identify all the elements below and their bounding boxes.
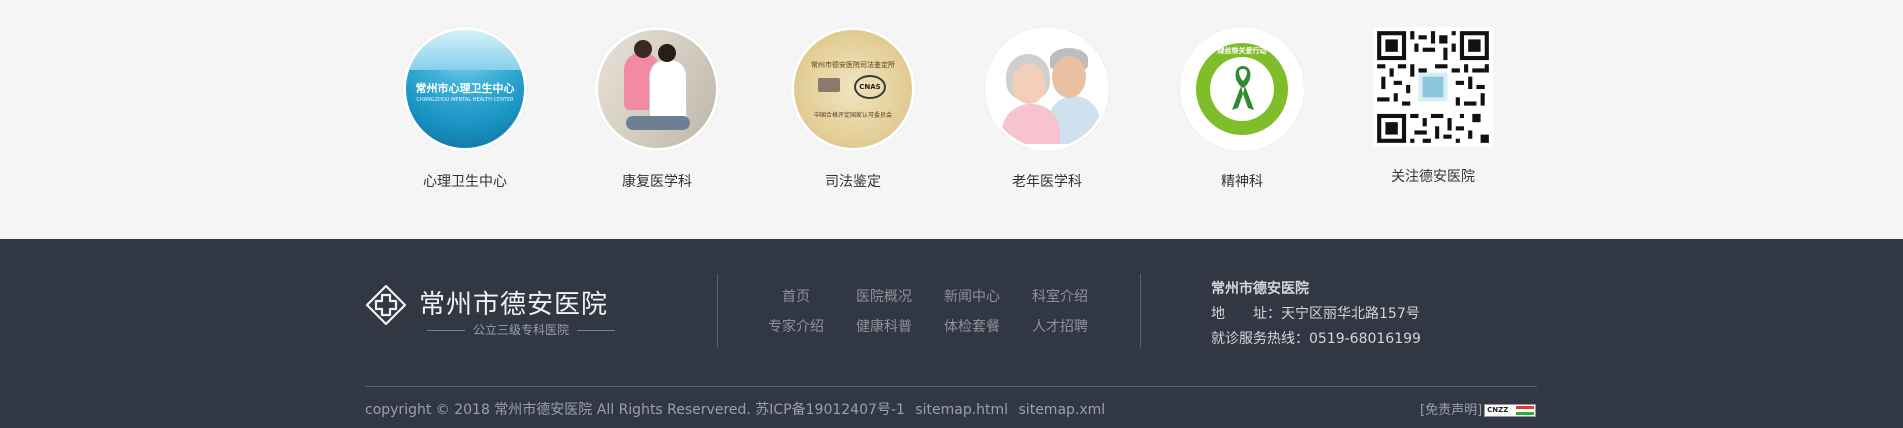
geriatrics-image[interactable] [985,27,1109,151]
dept-label[interactable]: 老年医学科 [982,171,1112,191]
disclaimer-area: [免责声明] CNZZ [1420,399,1537,418]
footer-nav-home[interactable]: 首页 [782,286,810,306]
hospital-logo[interactable]: 常州市德安医院 公立三级专科医院 [365,284,616,344]
dept-item-forensic[interactable]: 常州市德安医院司法鉴定所 CNAS 中国合格评定国家认可委员会 司法鉴定 [788,27,918,190]
logo-subtitle: 公立三级专科医院 [419,321,616,338]
medical-cross-logo-icon [365,284,407,326]
footer-nav-health[interactable]: 健康科普 [856,316,912,336]
cnas-logo: CNAS [854,75,886,99]
footer-nav-about[interactable]: 医院概况 [856,286,912,306]
footer-nav-jobs[interactable]: 人才招聘 [1032,316,1088,336]
footer-divider [365,386,1537,387]
dept-label[interactable]: 精神科 [1177,171,1307,191]
contact-phone: 就诊服务热线：0519-68016199 [1211,331,1421,347]
sitemap-html-link[interactable]: sitemap.html [915,402,1008,418]
sitemap-xml-link[interactable]: sitemap.xml [1019,402,1106,418]
ribbon-icon [1232,66,1254,110]
green-ribbon-image[interactable]: 绿丝带关爱行动 [1180,27,1304,151]
follow-us-label: 关注德安医院 [1391,169,1475,185]
disclaimer-link[interactable]: [免责声明] [1420,403,1482,418]
divider [1140,274,1141,347]
dept-label[interactable]: 康复医学科 [592,171,722,191]
contact-name: 常州市德安医院 [1211,281,1309,297]
footer-nav-checkup[interactable]: 体检套餐 [944,316,1000,336]
mental-health-center-image[interactable]: 常州市心理卫生中心 CHANGZHOU MENTAL HEALTH CENTER [403,27,527,151]
footer-nav-news[interactable]: 新闻中心 [944,286,1000,306]
dept-item-mental-health[interactable]: 常州市心理卫生中心 CHANGZHOU MENTAL HEALTH CENTER… [400,27,530,190]
dept-label[interactable]: 司法鉴定 [788,171,918,191]
logo-title: 常州市德安医院 [419,290,609,320]
dept-label[interactable]: 心理卫生中心 [400,171,530,191]
contact-address: 地 址：天宁区丽华北路157号 [1211,306,1420,322]
dept-item-geriatrics[interactable]: 老年医学科 [982,27,1112,190]
cnzz-stats-badge[interactable]: CNZZ [1484,404,1537,417]
divider [717,274,718,347]
copyright-text: copyright © 2018 常州市德安医院 All Rights Rese… [365,402,905,418]
rehabilitation-image[interactable] [595,27,719,151]
qr-code-icon [1373,27,1493,147]
footer-nav-experts[interactable]: 专家介绍 [768,316,824,336]
departments-section: 常州市心理卫生中心 CHANGZHOU MENTAL HEALTH CENTER… [0,0,1903,239]
copyright-line: copyright © 2018 常州市德安医院 All Rights Rese… [365,399,1105,419]
footer-nav-departments[interactable]: 科室介绍 [1032,286,1088,306]
dept-item-psychiatry[interactable]: 绿丝带关爱行动 精神科 [1177,27,1307,190]
forensic-certificate-image[interactable]: 常州市德安医院司法鉴定所 CNAS 中国合格评定国家认可委员会 [791,27,915,151]
site-footer: 常州市德安医院 公立三级专科医院 首页 医院概况 新闻中心 科室介绍 专家介绍 … [0,239,1903,428]
dept-item-rehabilitation[interactable]: 康复医学科 [592,27,722,190]
contact-info: 常州市德安医院 地 址：天宁区丽华北路157号 就诊服务热线：0519-6801… [1211,277,1421,352]
